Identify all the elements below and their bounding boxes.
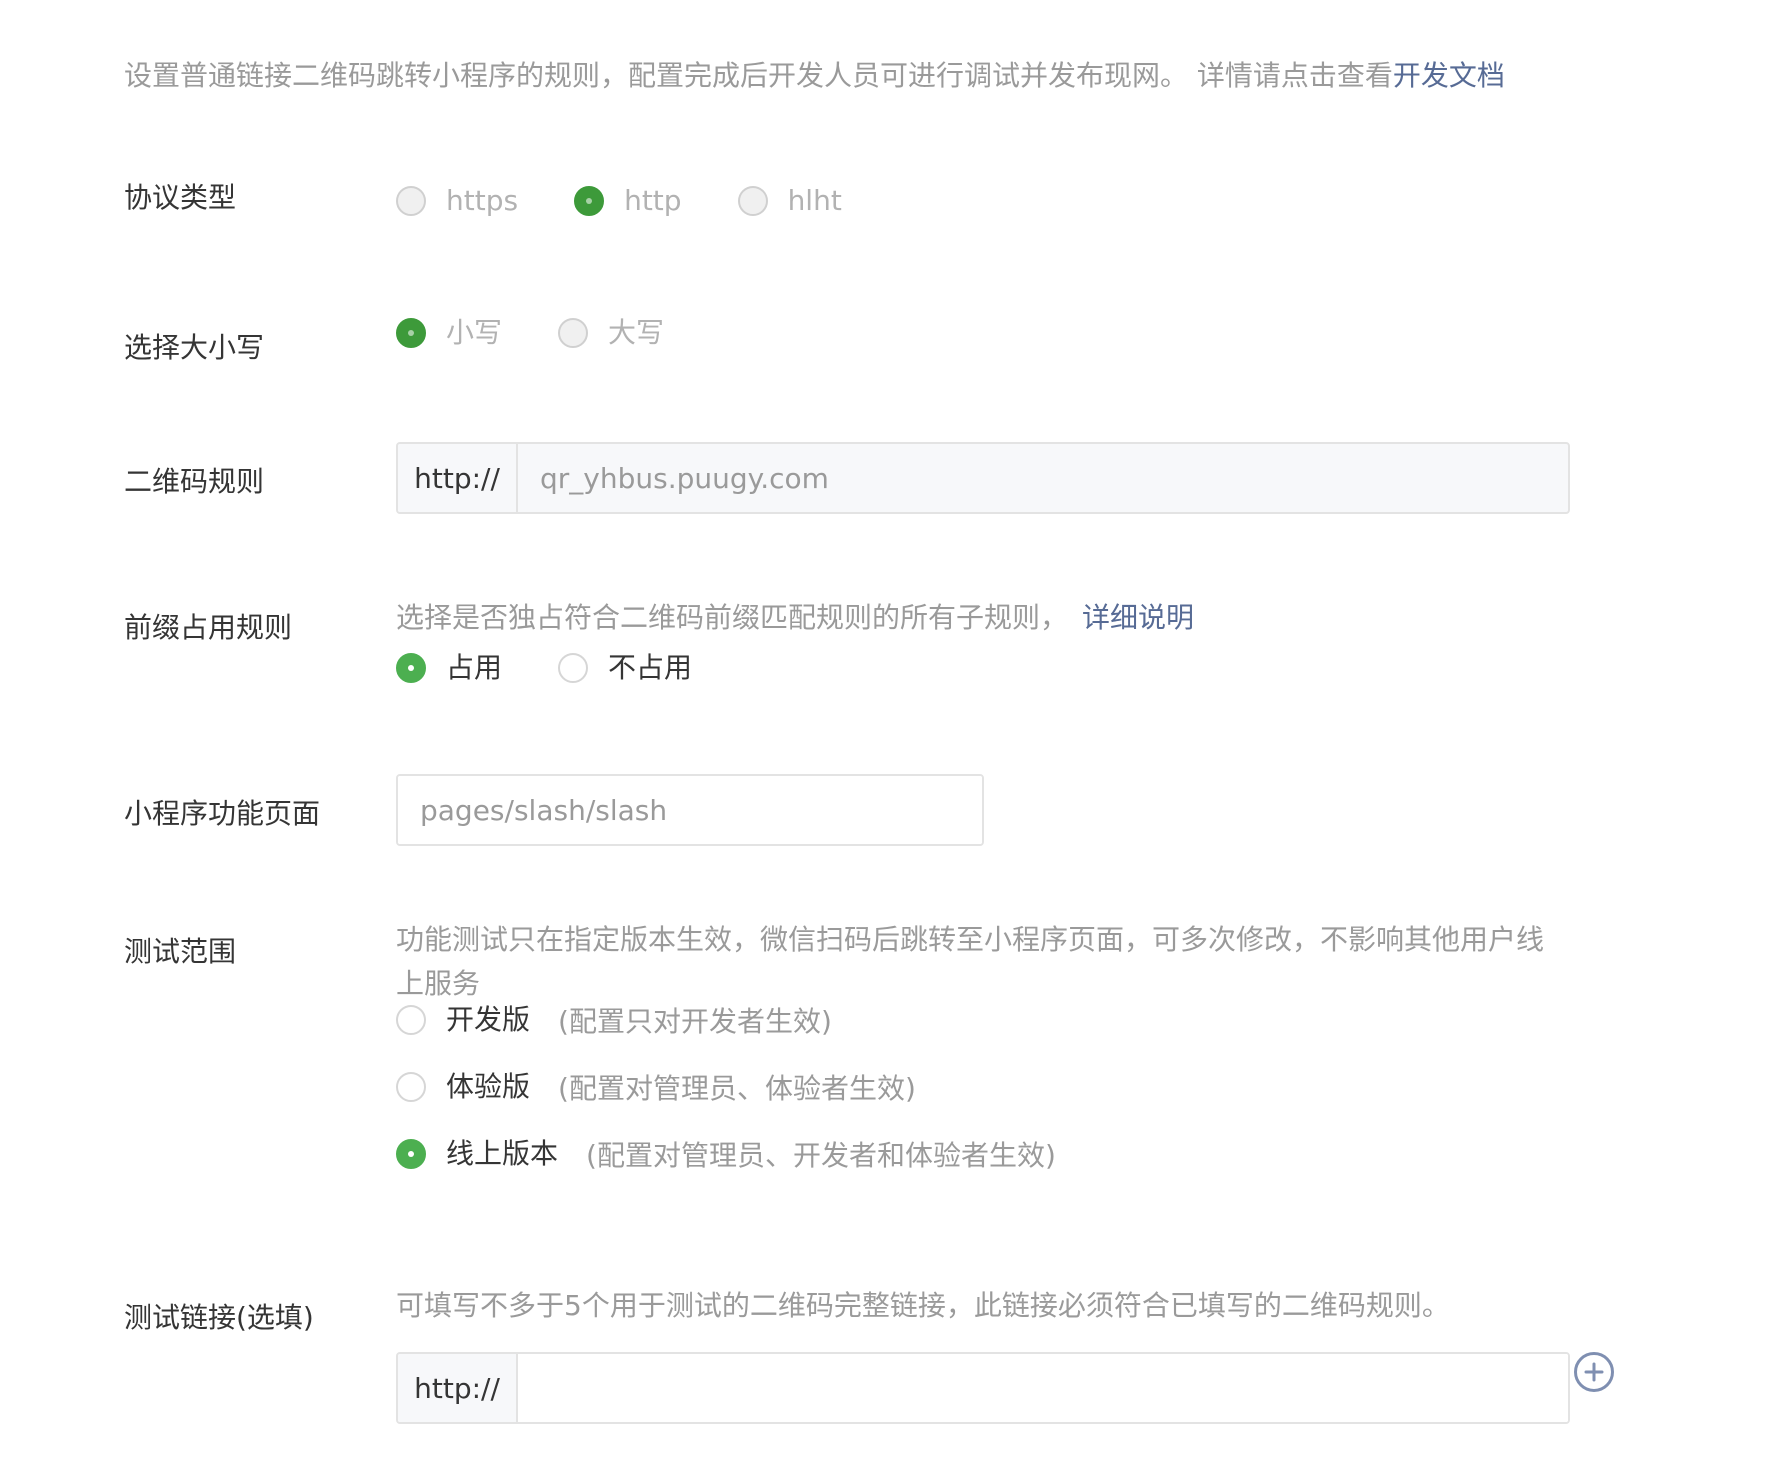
prefix-option-not-occupy[interactable]: 不占用 [558, 648, 692, 688]
protocol-option-hlht[interactable]: hlht [737, 181, 842, 221]
scope-option-label: 体验版 [446, 1070, 531, 1103]
details-link[interactable]: 详细说明 [1082, 601, 1194, 634]
qr-rule-prefix: http:// [398, 444, 518, 512]
dev-docs-link[interactable]: 开发文档 [1393, 59, 1505, 92]
radio-unchecked-icon [558, 653, 589, 683]
radio-unchecked-icon [737, 186, 768, 216]
case-label: 选择大小写 [124, 331, 265, 364]
test-scope-radio-group: 开发版 (配置只对开发者生效) 体验版 (配置对管理员、体验者生效) 线上版本 … [396, 1000, 1056, 1201]
case-option-upper[interactable]: 大写 [558, 313, 664, 353]
prefix-rule-radio-group: 占用 不占用 [396, 648, 748, 688]
prefix-option-label: 不占用 [608, 651, 693, 684]
qr-rule-label: 二维码规则 [124, 465, 265, 498]
intro-text: 设置普通链接二维码跳转小程序的规则，配置完成后开发人员可进行调试并发布现网。 详… [124, 56, 1505, 96]
protocol-label: 协议类型 [124, 181, 237, 214]
scope-option-desc: (配置对管理员、开发者和体验者生效) [586, 1139, 1056, 1172]
protocol-radio-group: https http hlht [396, 181, 898, 221]
page-field[interactable]: pages/slash/slash [396, 774, 984, 846]
protocol-option-label: hlht [787, 184, 842, 217]
protocol-option-http[interactable]: http [574, 181, 682, 221]
page-label: 小程序功能页面 [124, 797, 321, 830]
intro-description: 设置普通链接二维码跳转小程序的规则，配置完成后开发人员可进行调试并发布现网。 详… [124, 59, 1393, 92]
scope-option-dev[interactable]: 开发版 (配置只对开发者生效) [396, 1000, 1056, 1040]
test-link-hint: 可填写不多于5个用于测试的二维码完整链接，此链接必须符合已填写的二维码规则。 [396, 1289, 1450, 1322]
scope-option-trial[interactable]: 体验版 (配置对管理员、体验者生效) [396, 1067, 1056, 1107]
radio-checked-icon [396, 653, 426, 683]
prefix-rule-hint-text: 选择是否独占符合二维码前缀匹配规则的所有子规则， [396, 601, 1069, 634]
scope-option-desc: (配置只对开发者生效) [558, 1005, 832, 1038]
radio-checked-icon [396, 1139, 426, 1169]
test-scope-hint-line1: 功能测试只在指定版本生效，微信扫码后跳转至小程序页面，可多次修改，不影响其他用户… [396, 923, 1545, 956]
radio-unchecked-icon [558, 318, 589, 348]
prefix-option-label: 占用 [446, 651, 503, 684]
radio-checked-icon [574, 186, 605, 216]
case-option-label: 小写 [446, 316, 503, 349]
test-link-input[interactable] [518, 1354, 1568, 1422]
protocol-option-label: http [624, 184, 682, 217]
test-link-label: 测试链接(选填) [124, 1301, 314, 1334]
case-option-lower[interactable]: 小写 [396, 313, 502, 353]
test-link-field[interactable]: http:// [396, 1352, 1570, 1424]
page-input[interactable]: pages/slash/slash [398, 776, 982, 844]
case-radio-group: 小写 大写 [396, 313, 720, 353]
qr-rule-field: http:// qr_yhbus.puugy.com [396, 442, 1570, 514]
scope-option-desc: (配置对管理员、体验者生效) [558, 1072, 916, 1105]
radio-checked-icon [396, 318, 426, 348]
prefix-option-occupy[interactable]: 占用 [396, 648, 502, 688]
plus-circle-icon [1584, 1362, 1604, 1382]
scope-option-online[interactable]: 线上版本 (配置对管理员、开发者和体验者生效) [396, 1134, 1056, 1174]
radio-unchecked-icon [396, 1005, 426, 1035]
add-test-link-button[interactable] [1574, 1352, 1614, 1392]
qr-rule-value: qr_yhbus.puugy.com [540, 461, 829, 495]
scope-option-label: 线上版本 [446, 1137, 559, 1170]
radio-unchecked-icon [396, 1072, 426, 1102]
prefix-rule-hint: 选择是否独占符合二维码前缀匹配规则的所有子规则， 详细说明 [396, 596, 1194, 640]
scope-option-label: 开发版 [446, 1003, 531, 1036]
test-link-prefix: http:// [398, 1354, 518, 1422]
protocol-option-label: https [446, 184, 519, 217]
test-scope-label: 测试范围 [124, 935, 237, 968]
radio-unchecked-icon [396, 186, 426, 216]
protocol-option-https[interactable]: https [396, 181, 518, 221]
case-option-label: 大写 [608, 316, 665, 349]
prefix-rule-label: 前缀占用规则 [124, 611, 293, 644]
